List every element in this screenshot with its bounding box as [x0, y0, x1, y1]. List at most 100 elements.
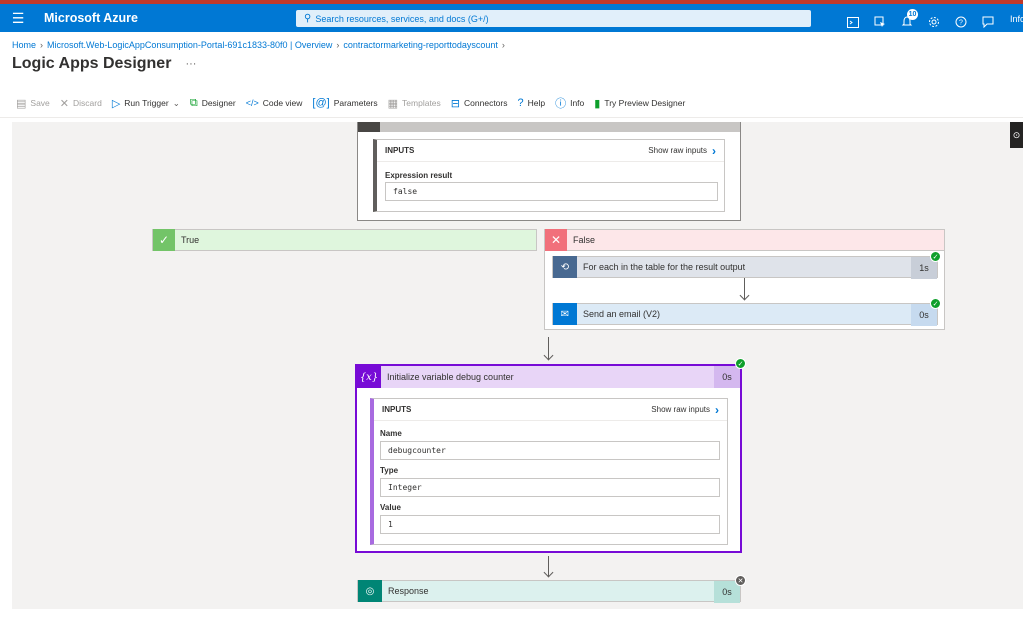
- directory-filter-icon[interactable]: [873, 15, 887, 29]
- brand-name[interactable]: Microsoft Azure: [44, 11, 138, 25]
- templates-icon: ▦: [387, 97, 399, 110]
- help-label: Help: [527, 98, 546, 108]
- search-icon: ⚲: [304, 13, 312, 24]
- type-field-value: Integer: [380, 478, 720, 497]
- success-check-icon: ✓: [930, 251, 941, 262]
- toolbar-divider: [0, 117, 1023, 118]
- response-label: Response: [388, 586, 429, 596]
- connectors-icon: ⊟: [450, 97, 461, 110]
- outlook-icon: ✉: [553, 303, 577, 325]
- variable-icon: {x}: [357, 366, 381, 388]
- question-icon: ?: [517, 97, 524, 109]
- help-button[interactable]: ? Help: [517, 97, 545, 109]
- azure-top-bar: ☰ Microsoft Azure ⚲ Search resources, se…: [0, 4, 1023, 32]
- cloud-shell-icon[interactable]: [846, 15, 860, 29]
- settings-gear-icon[interactable]: [927, 15, 941, 29]
- show-raw-inputs-link[interactable]: Show raw inputs ›: [651, 403, 719, 417]
- skipped-icon: ✕: [735, 575, 746, 586]
- for-each-action[interactable]: ⟲ For each in the table for the result o…: [552, 256, 938, 279]
- templates-label: Templates: [402, 98, 441, 108]
- connectors-button[interactable]: ⊟ Connectors: [451, 97, 508, 110]
- more-options-icon[interactable]: ···: [185, 58, 196, 70]
- parameters-label: Parameters: [333, 98, 378, 108]
- svg-text:?: ?: [959, 20, 963, 27]
- breadcrumb-current[interactable]: contractormarketing-reporttodayscount: [343, 40, 498, 50]
- designer-toolbar: ▤ Save ✕ Discard ▷ Run Trigger ⌄ ⧉ Desig…: [16, 95, 695, 111]
- type-field-label: Type: [380, 466, 399, 475]
- search-placeholder: Search resources, services, and docs (G+…: [315, 13, 489, 24]
- code-view-button[interactable]: </> Code view: [246, 98, 303, 108]
- discard-button[interactable]: ✕ Discard: [60, 97, 102, 110]
- close-icon: ✕: [545, 229, 567, 251]
- save-label: Save: [30, 98, 50, 108]
- designer-button[interactable]: ⧉ Designer: [190, 97, 236, 110]
- run-trigger-label: Run Trigger: [124, 98, 169, 108]
- parameters-button[interactable]: [@] Parameters: [312, 97, 377, 109]
- value-field-value: 1: [380, 515, 720, 534]
- save-icon: ▤: [16, 97, 27, 110]
- designer-icon: ⧉: [189, 96, 198, 109]
- chevron-right-icon: ›: [336, 40, 340, 50]
- run-trigger-button[interactable]: ▷ Run Trigger ⌄: [112, 97, 180, 110]
- save-button[interactable]: ▤ Save: [16, 97, 50, 110]
- try-preview-designer-button[interactable]: ▮ Try Preview Designer: [594, 97, 685, 110]
- try-preview-label: Try Preview Designer: [604, 98, 686, 108]
- response-icon: ◎: [358, 580, 382, 602]
- code-icon: </>: [245, 98, 259, 108]
- notifications-icon[interactable]: 10: [900, 9, 918, 29]
- side-panel-toggle-icon[interactable]: ⊙: [1010, 122, 1023, 148]
- breadcrumb-home[interactable]: Home: [12, 40, 36, 50]
- condition-card: INPUTS Show raw inputs › Expression resu…: [357, 122, 741, 221]
- loop-icon: ⟲: [553, 256, 577, 278]
- name-field-label: Name: [380, 429, 402, 438]
- page-title: Logic Apps Designer: [12, 55, 172, 72]
- send-email-action[interactable]: ✉ Send an email (V2) 0s: [552, 303, 938, 326]
- menu-icon[interactable]: ☰: [4, 10, 32, 27]
- init-variable-label: Initialize variable debug counter: [387, 372, 514, 382]
- discard-label: Discard: [73, 98, 102, 108]
- show-raw-inputs-link[interactable]: Show raw inputs ›: [648, 144, 716, 158]
- feedback-icon[interactable]: [981, 15, 995, 29]
- show-raw-inputs-label: Show raw inputs: [651, 405, 710, 414]
- designer-label: Designer: [201, 98, 236, 108]
- info-icon: ⓘ: [555, 98, 567, 110]
- show-raw-inputs-label: Show raw inputs: [648, 146, 707, 155]
- true-branch-header[interactable]: ✓ True: [152, 229, 537, 251]
- expression-result-value: false: [385, 182, 718, 201]
- false-branch-header[interactable]: ✕ False: [544, 229, 945, 251]
- chevron-right-icon: ›: [712, 143, 716, 158]
- play-icon: ▷: [111, 97, 121, 110]
- bookmark-icon: ▮: [594, 97, 601, 110]
- notification-badge: 10: [907, 9, 918, 20]
- help-icon[interactable]: ?: [954, 15, 968, 29]
- init-variable-header[interactable]: {x} Initialize variable debug counter 0s: [357, 366, 740, 388]
- info-button[interactable]: ⓘ Info: [555, 95, 584, 111]
- variable-inputs-panel: INPUTS Show raw inputs › Name debugcount…: [370, 398, 728, 545]
- info-label: Info: [570, 98, 585, 108]
- true-branch-label: True: [181, 235, 200, 245]
- condition-inputs-panel: INPUTS Show raw inputs › Expression resu…: [373, 139, 725, 212]
- response-action[interactable]: ◎ Response 0s: [357, 580, 741, 603]
- connectors-label: Connectors: [464, 98, 508, 108]
- success-check-icon: ✓: [930, 298, 941, 309]
- false-branch-label: False: [573, 235, 596, 245]
- inputs-title: INPUTS: [382, 405, 412, 414]
- name-field-value: debugcounter: [380, 441, 720, 460]
- close-icon: ✕: [59, 97, 69, 110]
- breadcrumb-resource[interactable]: Microsoft.Web-LogicAppConsumption-Portal…: [47, 40, 332, 50]
- for-each-label: For each in the table for the result out…: [583, 262, 746, 272]
- chevron-down-icon: ⌄: [172, 97, 180, 108]
- condition-inputs-header: INPUTS Show raw inputs ›: [377, 140, 724, 162]
- success-check-icon: ✓: [735, 358, 746, 369]
- value-field-label: Value: [380, 503, 401, 512]
- global-search-input[interactable]: ⚲ Search resources, services, and docs (…: [296, 10, 811, 27]
- code-view-label: Code view: [262, 98, 303, 108]
- expression-result-label: Expression result: [385, 171, 453, 180]
- init-variable-duration: 0s: [714, 366, 740, 388]
- inputs-title: INPUTS: [385, 146, 415, 155]
- templates-button[interactable]: ▦ Templates: [388, 97, 441, 110]
- condition-card-header[interactable]: [358, 122, 740, 132]
- checkmark-icon: ✓: [153, 229, 175, 251]
- chevron-right-icon: ›: [501, 40, 505, 50]
- user-account-text[interactable]: Info: [1010, 14, 1023, 24]
